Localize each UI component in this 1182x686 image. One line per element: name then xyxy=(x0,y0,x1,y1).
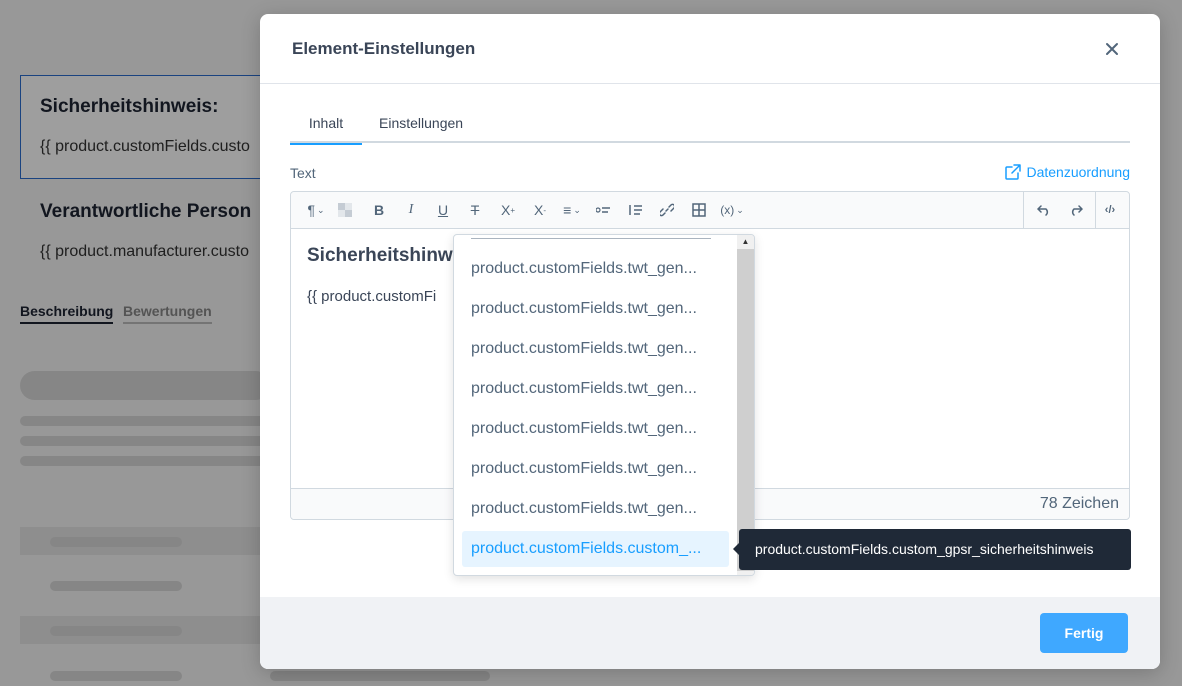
redo-icon[interactable] xyxy=(1068,200,1084,220)
tab-settings[interactable]: Einstellungen xyxy=(379,112,463,143)
undo-icon[interactable] xyxy=(1036,200,1052,220)
data-mapping-link[interactable]: Datenzuordnung xyxy=(1005,164,1130,180)
list-item[interactable]: product.customFields.twt_gen... xyxy=(462,451,729,487)
editor-paragraph: {{ product.customFi xyxy=(307,288,437,305)
editor-toolbar: ¶ ⌄ B I U T X + X- ≡ ⌄ (x) ⌄ ‹/› xyxy=(291,192,1129,229)
modal-footer: Fertig xyxy=(260,597,1160,669)
underline-icon[interactable]: U xyxy=(435,200,451,220)
numbered-list-icon[interactable] xyxy=(627,200,643,220)
paragraph-format-icon[interactable]: ¶ ⌄ xyxy=(303,200,329,220)
table-icon[interactable] xyxy=(691,200,707,220)
toolbar-separator xyxy=(1023,192,1024,229)
tab-content[interactable]: Inhalt xyxy=(290,112,362,145)
modal-header: Element-Einstellungen xyxy=(260,14,1160,84)
list-item[interactable]: product.customFields.twt_gen... xyxy=(462,491,729,527)
external-link-icon xyxy=(1005,164,1022,180)
variable-tooltip: product.customFields.custom_gpsr_sicherh… xyxy=(733,529,1131,570)
text-field-label: Text xyxy=(290,165,316,181)
list-item[interactable]: product.customFields.twt_gen... xyxy=(462,251,729,287)
bold-icon[interactable]: B xyxy=(371,200,387,220)
link-icon[interactable] xyxy=(659,200,675,220)
clear-format-icon[interactable] xyxy=(337,200,353,220)
editor-heading: Sicherheitshinw xyxy=(307,245,453,266)
dropdown-scrollbar[interactable]: ▲ xyxy=(737,235,754,575)
list-item[interactable]: product.customFields.twt_gen... xyxy=(462,411,729,447)
italic-icon[interactable]: I xyxy=(403,200,419,220)
variables-dropdown[interactable]: product.customFields.twt_gen... product.… xyxy=(453,234,755,576)
modal-tabs: Inhalt Einstellungen xyxy=(290,112,1130,145)
list-item-partial xyxy=(471,235,711,239)
done-button[interactable]: Fertig xyxy=(1040,613,1128,653)
bullet-list-icon[interactable] xyxy=(595,200,611,220)
variables-icon[interactable]: (x) ⌄ xyxy=(717,200,747,220)
list-item[interactable]: product.customFields.twt_gen... xyxy=(462,331,729,367)
scrollbar-thumb[interactable] xyxy=(737,249,754,571)
character-count: 78 Zeichen xyxy=(1039,495,1119,512)
list-item[interactable]: product.customFields.twt_gen... xyxy=(462,371,729,407)
superscript-icon[interactable]: X + xyxy=(499,200,517,220)
data-mapping-label: Datenzuordnung xyxy=(1026,164,1130,180)
scroll-up-icon[interactable]: ▲ xyxy=(737,235,754,249)
modal-title: Element-Einstellungen xyxy=(292,39,476,58)
subscript-icon[interactable]: X- xyxy=(531,200,549,220)
list-item-selected[interactable]: product.customFields.custom_... xyxy=(462,531,729,567)
strikethrough-icon[interactable]: T xyxy=(467,200,483,220)
list-item[interactable]: product.customFields.twt_gen... xyxy=(462,291,729,327)
toolbar-separator xyxy=(1095,192,1096,229)
text-align-icon[interactable]: ≡ ⌄ xyxy=(559,200,585,220)
close-icon[interactable] xyxy=(1100,38,1124,62)
code-view-icon[interactable]: ‹/› xyxy=(1102,200,1118,220)
